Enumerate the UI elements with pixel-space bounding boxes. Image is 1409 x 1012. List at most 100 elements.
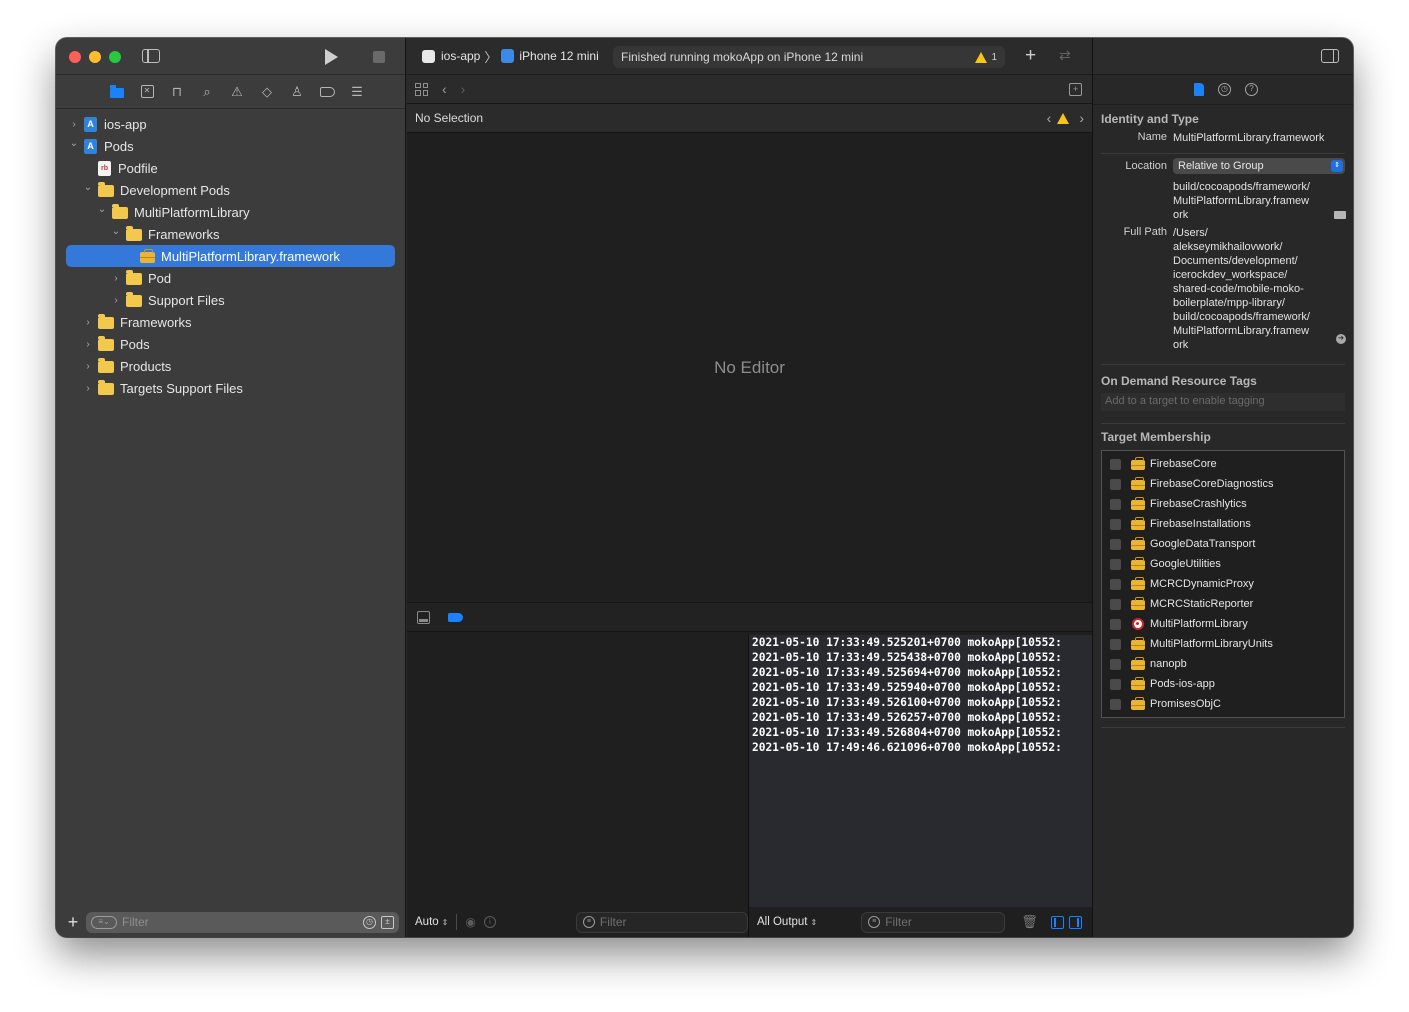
name-value[interactable]: MultiPlatformLibrary.framework: [1173, 131, 1353, 153]
add-editor-button[interactable]: +: [1069, 83, 1082, 96]
show-variables-toggle[interactable]: [1050, 915, 1064, 929]
run-button[interactable]: [325, 49, 338, 65]
tab-debug-navigator[interactable]: ♙: [282, 82, 312, 102]
chevron-right-icon[interactable]: ›: [110, 273, 122, 284]
tab-issue-navigator[interactable]: ⚠: [222, 82, 252, 102]
back-button[interactable]: ‹: [442, 81, 447, 97]
tab-project-navigator[interactable]: [102, 82, 132, 102]
stop-button[interactable]: [373, 51, 385, 63]
destination-name[interactable]: iPhone 12 mini: [519, 49, 598, 63]
trash-icon[interactable]: 🗑: [1021, 914, 1038, 930]
quick-help-icon[interactable]: ?: [1245, 83, 1258, 96]
tree-item[interactable]: › Targets Support Files: [56, 377, 405, 399]
chevron-right-icon[interactable]: ›: [68, 119, 80, 130]
target-checkbox[interactable]: [1110, 538, 1121, 550]
chevron-down-icon[interactable]: ⌄: [96, 204, 108, 215]
info-icon[interactable]: i: [483, 916, 496, 928]
target-checkbox[interactable]: [1110, 458, 1121, 470]
warning-count[interactable]: 1: [991, 52, 997, 63]
hide-debug-area-button[interactable]: [417, 610, 430, 624]
warning-icon[interactable]: [975, 51, 988, 63]
tree-item[interactable]: › Pod: [56, 267, 405, 289]
tab-test-navigator[interactable]: ◇: [252, 82, 282, 102]
tree-item[interactable]: ⌄ Frameworks: [56, 223, 405, 245]
tab-find-navigator[interactable]: ⌕: [192, 82, 222, 102]
tab-source-control-navigator[interactable]: ✕: [132, 82, 162, 102]
tree-item[interactable]: ⌄ Development Pods: [56, 179, 405, 201]
eye-icon[interactable]: ◉: [465, 915, 475, 929]
target-checkbox[interactable]: [1110, 478, 1121, 490]
minimize-window-button[interactable]: [89, 51, 101, 63]
tree-item[interactable]: ⌄ MultiPlatformLibrary: [56, 201, 405, 223]
target-checkbox[interactable]: [1110, 698, 1121, 710]
source-control-filter-icon[interactable]: ±: [381, 915, 394, 929]
tab-breakpoint-navigator[interactable]: [312, 82, 342, 102]
next-issue-button[interactable]: ›: [1079, 110, 1084, 126]
chevron-right-icon[interactable]: ›: [110, 295, 122, 306]
tree-item-label: MultiPlatformLibrary: [134, 204, 250, 220]
console-footer: All Output ⇕ ≡ Filter 🗑: [749, 907, 1092, 937]
target-checkbox[interactable]: [1110, 638, 1121, 650]
scheme-name[interactable]: ios-app: [441, 49, 480, 63]
breakpoints-toggle-button[interactable]: [448, 612, 463, 622]
editor-pane: ios-app 〉 iPhone 12 mini Finished runnin…: [407, 38, 1092, 937]
code-review-button[interactable]: ⇄: [1059, 47, 1071, 64]
show-console-toggle[interactable]: [1068, 915, 1082, 929]
tree-item[interactable]: ⌄ A Pods: [56, 135, 405, 157]
target-checkbox[interactable]: [1110, 498, 1121, 510]
target-checkbox[interactable]: [1110, 518, 1121, 530]
framework-icon: [1131, 677, 1145, 690]
tab-symbol-navigator[interactable]: ⊓: [162, 82, 192, 102]
target-checkbox[interactable]: [1110, 578, 1121, 590]
tree-item[interactable]: › Support Files: [56, 289, 405, 311]
chevron-right-icon[interactable]: ›: [82, 383, 94, 394]
target-checkbox[interactable]: [1110, 618, 1121, 630]
location-path-spacer: [1093, 180, 1173, 222]
scheme-selector[interactable]: ios-app 〉 iPhone 12 mini: [422, 47, 599, 66]
tree-item[interactable]: › Pods: [56, 333, 405, 355]
variables-filter-input[interactable]: Filter: [600, 915, 627, 929]
console-view[interactable]: 2021-05-10 17:33:49.525201+0700 mokoApp[…: [749, 635, 1092, 907]
history-inspector-icon[interactable]: ◷: [1218, 83, 1231, 96]
chevron-down-icon[interactable]: ⌄: [68, 138, 80, 149]
chevron-right-icon[interactable]: ›: [82, 317, 94, 328]
zoom-window-button[interactable]: [109, 51, 121, 63]
filter-options-icon[interactable]: ≡⌄: [91, 915, 117, 929]
forward-button[interactable]: ›: [461, 81, 466, 97]
reveal-in-finder-icon[interactable]: ➔: [1336, 334, 1346, 344]
add-file-button[interactable]: +: [62, 912, 84, 933]
inspector-toggle-icon[interactable]: [1321, 49, 1339, 63]
jump-bar-selection[interactable]: No Selection: [415, 111, 483, 125]
issue-warning-icon[interactable]: [1057, 112, 1070, 124]
library-button[interactable]: +: [1025, 45, 1036, 67]
navigator-filter-field[interactable]: ≡⌄ Filter ◷ ±: [86, 911, 399, 933]
related-items-icon[interactable]: [415, 82, 428, 96]
target-checkbox[interactable]: [1110, 658, 1121, 670]
variables-filter-field[interactable]: ≡ Filter: [575, 911, 748, 933]
tree-item[interactable]: › Frameworks: [56, 311, 405, 333]
chevron-down-icon[interactable]: ⌄: [110, 226, 122, 237]
location-select[interactable]: Relative to Group ⇕: [1173, 158, 1345, 174]
close-window-button[interactable]: [69, 51, 81, 63]
choose-folder-icon[interactable]: [1334, 211, 1346, 219]
previous-issue-button[interactable]: ‹: [1047, 110, 1052, 126]
navigator-filter-input[interactable]: Filter: [122, 915, 358, 929]
file-inspector-icon[interactable]: [1194, 83, 1204, 96]
chevron-right-icon[interactable]: ›: [82, 339, 94, 350]
tree-item[interactable]: MultiPlatformLibrary.framework: [66, 245, 395, 267]
target-checkbox[interactable]: [1110, 678, 1121, 690]
target-checkbox[interactable]: [1110, 558, 1121, 570]
variables-scope-popup[interactable]: Auto: [415, 916, 439, 928]
console-filter-input[interactable]: Filter: [885, 915, 912, 929]
tree-item[interactable]: › Aios-app: [56, 113, 405, 135]
chevron-right-icon[interactable]: ›: [82, 361, 94, 372]
tree-item[interactable]: › Products: [56, 355, 405, 377]
console-filter-field[interactable]: ≡ Filter: [861, 911, 1006, 933]
recent-files-icon[interactable]: ◷: [363, 915, 376, 929]
console-scope-popup[interactable]: All Output: [757, 916, 808, 928]
chevron-down-icon[interactable]: ⌄: [82, 182, 94, 193]
navigator-toggle-icon[interactable]: [142, 49, 160, 63]
target-checkbox[interactable]: [1110, 598, 1121, 610]
tree-item[interactable]: rb Podfile: [56, 157, 405, 179]
tab-report-navigator[interactable]: ☰: [342, 82, 372, 102]
